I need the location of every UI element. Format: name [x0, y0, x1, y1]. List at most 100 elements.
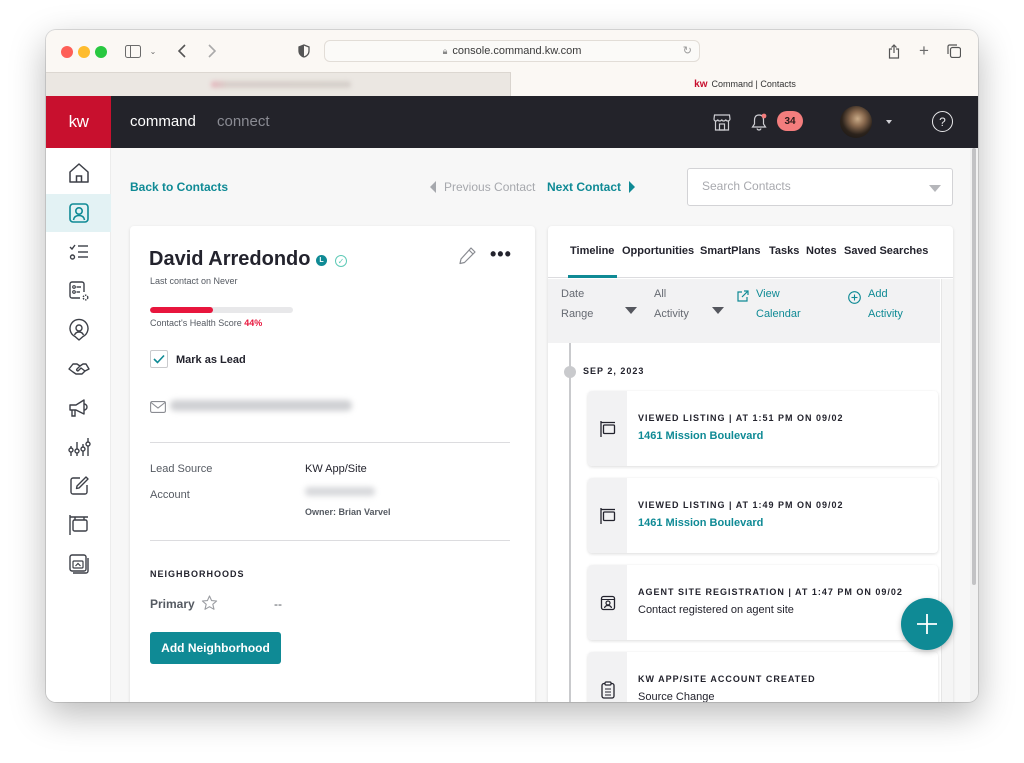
- more-options-icon[interactable]: •••: [490, 244, 512, 265]
- sidebar-item-designs[interactable]: [46, 467, 111, 505]
- caret-down-icon[interactable]: [886, 120, 892, 124]
- pencil-icon[interactable]: [458, 246, 477, 270]
- account-label: Account: [150, 489, 190, 501]
- sidebar-item-reports[interactable]: [46, 428, 111, 466]
- tab-timeline[interactable]: Timeline: [570, 245, 614, 257]
- tab-strip: kw Command | Contacts: [46, 72, 978, 96]
- back-icon[interactable]: [174, 40, 190, 62]
- notification-count-badge[interactable]: 34: [777, 111, 803, 131]
- sidebar-item-listings[interactable]: [46, 506, 111, 544]
- browser-tab-inactive[interactable]: [46, 72, 511, 96]
- user-avatar[interactable]: [840, 106, 872, 138]
- verified-check-icon: ✓: [335, 255, 347, 267]
- close-window-button[interactable]: [61, 46, 73, 58]
- mark-as-lead-checkbox[interactable]: [150, 350, 168, 368]
- sidebar-item-marketing[interactable]: [46, 389, 111, 427]
- timeline-date-heading: SEP 2, 2023: [583, 366, 645, 376]
- tab-title: Command | Contacts: [711, 79, 796, 89]
- kw-logo[interactable]: kw: [46, 96, 111, 148]
- email-icon: [150, 400, 166, 418]
- forward-icon[interactable]: [203, 40, 219, 62]
- reload-icon[interactable]: ↻: [683, 44, 692, 57]
- tab-notes[interactable]: Notes: [806, 245, 837, 257]
- previous-contact-label: Previous Contact: [444, 180, 536, 194]
- tab-tasks[interactable]: Tasks: [769, 245, 799, 257]
- browser-tab-active[interactable]: kw Command | Contacts: [512, 72, 978, 96]
- lead-source-label: Lead Source: [150, 463, 213, 475]
- nav-connect[interactable]: connect: [217, 113, 270, 130]
- zoom-window-button[interactable]: [95, 46, 107, 58]
- listing-link[interactable]: 1461 Mission Boulevard: [638, 430, 763, 442]
- primary-neighborhood-label: Primary: [150, 597, 195, 611]
- help-icon[interactable]: ?: [932, 111, 953, 132]
- minimize-window-button[interactable]: [78, 46, 90, 58]
- health-score-label: Contact's Health Score 44%: [150, 318, 263, 328]
- address-bar[interactable]: 🔒︎ console.command.kw.com ↻: [324, 40, 700, 62]
- chevron-down-icon[interactable]: ⌄: [148, 40, 158, 62]
- privacy-shield-icon[interactable]: [296, 40, 312, 62]
- add-fab-button[interactable]: [901, 598, 953, 650]
- sidebar-item-opportunities[interactable]: [46, 350, 111, 388]
- share-icon[interactable]: [886, 40, 902, 62]
- external-link-icon: [736, 290, 749, 308]
- next-contact-link[interactable]: Next Contact: [547, 180, 636, 194]
- caret-right-icon: [629, 181, 636, 193]
- search-contacts-input[interactable]: [702, 179, 922, 193]
- health-score-bar: [150, 307, 293, 313]
- timeline-dot: [564, 366, 576, 378]
- nav-command[interactable]: command: [130, 113, 196, 130]
- redacted-email[interactable]: [170, 400, 352, 411]
- url-text: console.command.kw.com: [452, 45, 582, 57]
- caret-down-icon: [712, 307, 724, 314]
- listing-sign-icon: [588, 478, 627, 553]
- event-title: AGENT SITE REGISTRATION | AT 1:47 PM ON …: [638, 587, 903, 597]
- sign-icon: [68, 515, 88, 535]
- lock-icon: 🔒︎: [442, 45, 448, 56]
- sidebar-item-smartplans[interactable]: [46, 272, 111, 310]
- timeline-card: Timeline Opportunities SmartPlans Tasks …: [548, 226, 953, 702]
- add-neighborhood-button[interactable]: Add Neighborhood: [150, 632, 281, 664]
- browser-toolbar: ⌄ 🔒︎ console.command.kw.com ↻ +: [46, 30, 978, 72]
- previous-contact-link[interactable]: Previous Contact: [430, 180, 535, 194]
- app-header: kw command connect 34 ?: [46, 96, 978, 148]
- caret-down-icon: [625, 307, 637, 314]
- store-icon[interactable]: [710, 110, 734, 134]
- sidebar-item-contacts[interactable]: [46, 194, 111, 232]
- contact-name: David Arredondo: [149, 248, 311, 270]
- event-title: KW APP/SITE ACCOUNT CREATED: [638, 674, 816, 684]
- new-tab-icon[interactable]: +: [916, 40, 932, 62]
- sidebar-item-tasks[interactable]: [46, 233, 111, 271]
- neighborhoods-heading: NEIGHBORHOODS: [150, 569, 245, 579]
- tab-saved-searches[interactable]: Saved Searches: [844, 245, 928, 257]
- contact-card-icon: [68, 203, 89, 223]
- back-to-contacts-link[interactable]: Back to Contacts: [130, 180, 228, 194]
- lead-source-value: KW App/Site: [305, 463, 367, 475]
- primary-neighborhood-value: --: [274, 597, 282, 611]
- megaphone-icon: [68, 399, 88, 417]
- listing-link[interactable]: 1461 Mission Boulevard: [638, 517, 763, 529]
- user-pin-icon: [68, 318, 89, 341]
- tab-smartplans[interactable]: SmartPlans: [700, 245, 761, 257]
- sidebar-item-sites[interactable]: [46, 545, 111, 583]
- star-icon[interactable]: [201, 595, 218, 616]
- sidebar: [46, 148, 111, 702]
- sidebar-item-home[interactable]: [46, 154, 111, 192]
- caret-down-icon[interactable]: [929, 185, 941, 192]
- checkmark-icon: [153, 354, 165, 364]
- search-contacts-dropdown[interactable]: [687, 168, 953, 206]
- divider: [150, 442, 510, 443]
- tab-overview-icon[interactable]: [946, 40, 962, 62]
- sidebar-item-referrals[interactable]: [46, 311, 111, 349]
- sidebar-toggle-icon[interactable]: [124, 40, 142, 62]
- page-scrollbar-thumb[interactable]: [972, 148, 976, 585]
- plus-icon: [917, 614, 937, 634]
- tab-opportunities[interactable]: Opportunities: [622, 245, 694, 257]
- redacted-account: [305, 487, 375, 496]
- timeline-event: KW APP/SITE ACCOUNT CREATED Source Chang…: [588, 652, 938, 702]
- edit-icon: [69, 476, 89, 495]
- listing-sign-icon: [588, 391, 627, 466]
- health-score-value: 44%: [244, 318, 263, 328]
- notifications-bell-icon[interactable]: [747, 110, 771, 134]
- last-contact-text: Last contact on Never: [150, 276, 238, 286]
- website-icon: [68, 554, 89, 574]
